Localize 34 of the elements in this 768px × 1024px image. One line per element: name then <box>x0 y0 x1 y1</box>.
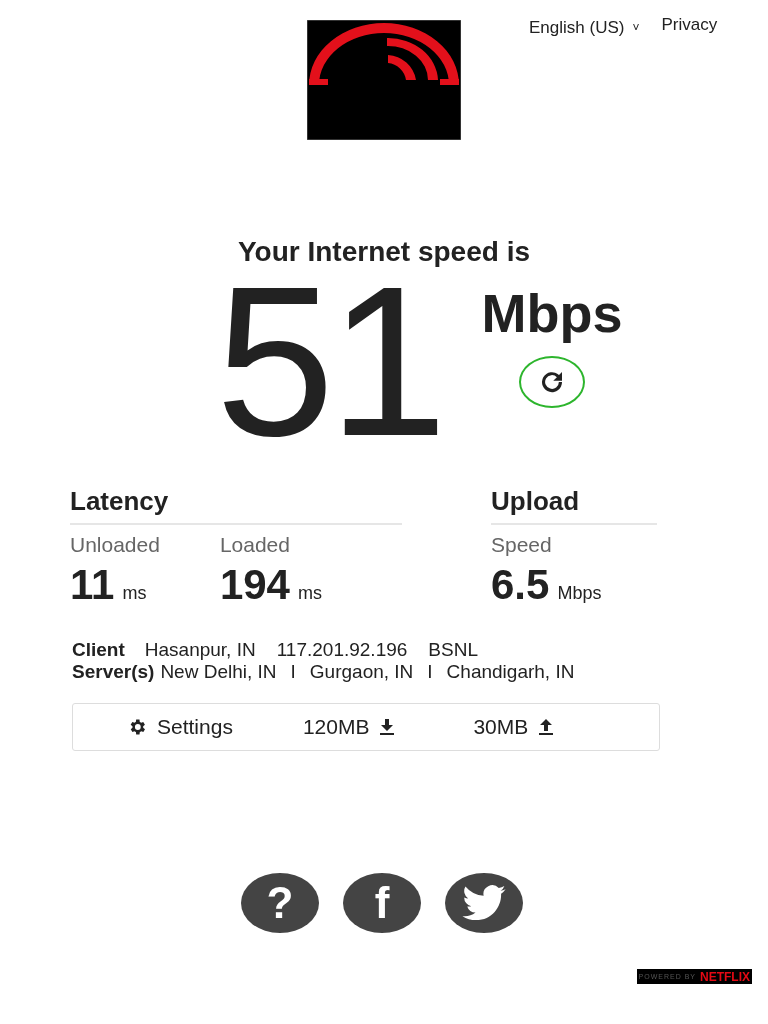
server-info: Gurgaon, IN <box>309 661 414 683</box>
client-info: Hasanpur, IN <box>144 639 256 661</box>
upload-icon <box>538 718 555 736</box>
facebook-button[interactable]: f <box>343 873 421 933</box>
metric-value: 194 <box>219 561 290 609</box>
server-label: Server(s) <box>72 661 155 683</box>
metric-unit: ms <box>298 583 322 604</box>
download-size: 120MB <box>302 715 370 739</box>
settings-button[interactable]: Settings <box>127 715 233 739</box>
server-info: Chandigarh, IN <box>446 661 575 683</box>
privacy-link[interactable]: Privacy <box>661 15 718 35</box>
client-info: 117.201.92.196 <box>276 639 408 661</box>
latency-title: Latency <box>70 486 402 525</box>
metric-value: 6.5 <box>491 561 550 609</box>
server-info: New Delhi, IN <box>160 661 277 683</box>
bird-icon <box>462 885 506 921</box>
metric-unit: Mbps <box>557 583 602 604</box>
metric-label: Speed <box>491 533 553 557</box>
upload-title: Upload <box>491 486 657 525</box>
metric-unit: ms <box>122 583 147 604</box>
client-info: BSNL <box>428 639 478 661</box>
help-button[interactable]: ? <box>241 873 319 933</box>
refresh-button[interactable] <box>519 356 585 408</box>
language-dropdown[interactable]: English (US) ˅ <box>529 18 640 38</box>
metric-value: 11 <box>70 561 115 609</box>
client-label: Client <box>72 639 125 661</box>
metric-label: Unloaded <box>70 533 160 557</box>
speed-unit: Mbps <box>481 282 623 344</box>
server-info: I <box>427 661 433 683</box>
server-info: I <box>290 661 296 683</box>
metric-label: Loaded <box>219 533 291 557</box>
speed-heading: Your Internet speed is <box>237 236 531 268</box>
download-icon <box>379 718 396 736</box>
upload-size: 30MB <box>473 715 529 739</box>
